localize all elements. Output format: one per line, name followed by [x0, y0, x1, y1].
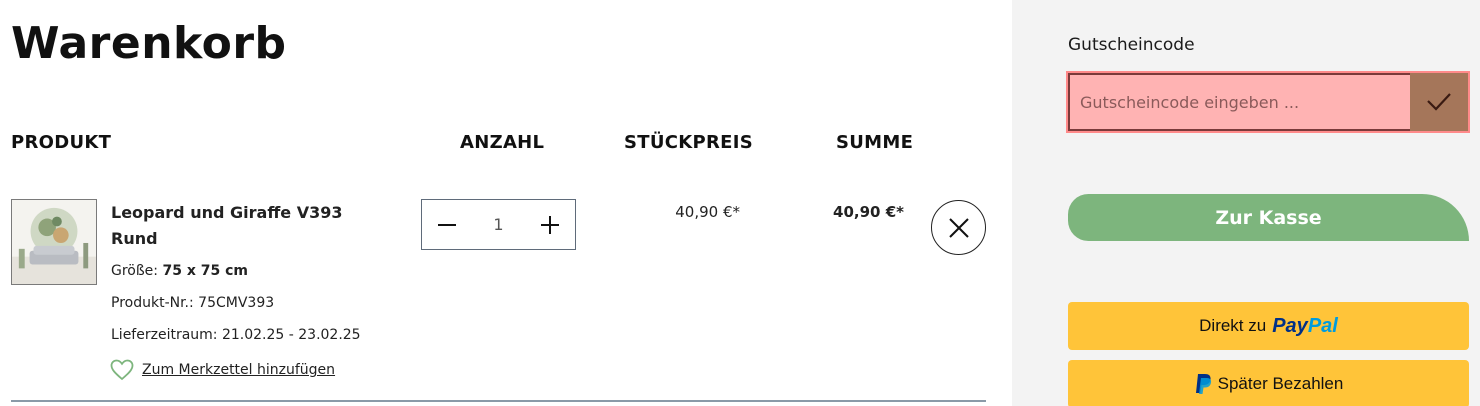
cart-sidebar: Gutscheincode Zur Kasse Direkt zu PayPal…: [1012, 0, 1480, 406]
checkmark-icon: [1427, 93, 1451, 111]
paypal-icon: [1195, 374, 1211, 394]
product-thumbnail[interactable]: [11, 199, 97, 285]
increase-quantity-button[interactable]: [525, 200, 575, 249]
paypal-logo-pay: Pay: [1272, 314, 1308, 337]
coupon-label: Gutscheincode: [1068, 35, 1195, 55]
product-size-value: 75 x 75 cm: [162, 263, 248, 279]
column-header-unit-price: STÜCKPREIS: [624, 132, 754, 153]
close-icon: [948, 217, 969, 238]
page-title: Warenkorb: [11, 18, 287, 69]
paypal-express-button[interactable]: Direkt zu PayPal: [1068, 302, 1469, 350]
quantity-stepper: [421, 199, 576, 250]
add-to-wishlist-link[interactable]: Zum Merkzettel hinzufügen: [110, 359, 335, 381]
coupon-input[interactable]: [1068, 73, 1410, 131]
decrease-quantity-button[interactable]: [422, 200, 472, 249]
cart-main: Warenkorb PRODUKT ANZAHL STÜCKPREIS SUMM…: [0, 0, 1012, 406]
column-header-sum: SUMME: [836, 132, 914, 153]
paypal-logo-pal: Pal: [1307, 314, 1338, 337]
product-number: Produkt-Nr.: 75CMV393: [111, 295, 275, 311]
plus-icon: [541, 215, 559, 234]
row-divider: [11, 400, 986, 402]
minus-icon: [438, 223, 456, 226]
wishlist-label: Zum Merkzettel hinzufügen: [142, 362, 336, 378]
checkout-button[interactable]: Zur Kasse: [1068, 194, 1469, 241]
coupon-submit-button[interactable]: [1410, 73, 1468, 131]
column-header-product: PRODUKT: [11, 132, 112, 153]
paypal-pay-later-button[interactable]: Später Bezahlen: [1068, 360, 1469, 406]
coupon-form: [1066, 71, 1470, 133]
paypal-express-label: Direkt zu: [1199, 316, 1267, 335]
column-header-quantity: ANZAHL: [460, 132, 545, 153]
quantity-input[interactable]: [478, 215, 519, 234]
line-total: 40,90 €*: [833, 203, 904, 221]
product-name[interactable]: Leopard und Giraffe V393 Rund: [111, 200, 351, 252]
product-size-label: Größe:: [111, 263, 159, 279]
paypal-pay-later-label: Später Bezahlen: [1217, 374, 1344, 393]
paypal-logo: PayPal: [1272, 315, 1338, 338]
heart-icon: [110, 359, 134, 381]
remove-item-button[interactable]: [931, 200, 986, 255]
product-size: Größe: 75 x 75 cm: [111, 263, 248, 279]
unit-price: 40,90 €*: [675, 203, 740, 221]
delivery-period: Lieferzeitraum: 21.02.25 - 23.02.25: [111, 327, 361, 343]
product-image: [12, 200, 96, 284]
